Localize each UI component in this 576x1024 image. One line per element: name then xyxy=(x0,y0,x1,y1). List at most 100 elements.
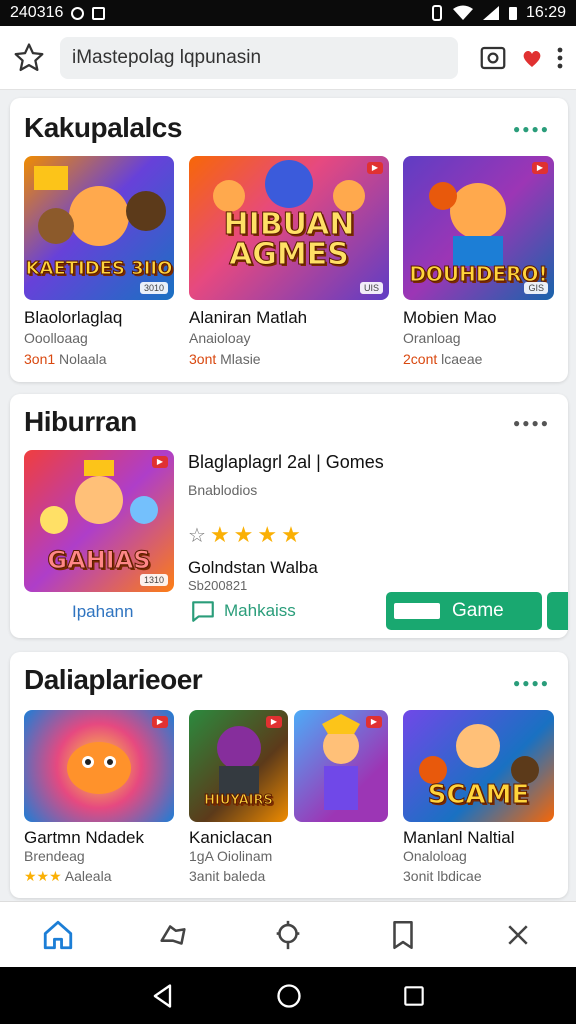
badge-icon: ▶ xyxy=(532,162,548,174)
game-button-label: Game xyxy=(452,600,504,621)
badge-icon: ▶ xyxy=(367,162,383,174)
book-icon xyxy=(393,920,413,949)
star-icon: ★ xyxy=(281,522,301,547)
app-meta-text: lcaeae xyxy=(441,351,483,367)
app-subtitle: Ooolloaag xyxy=(24,330,88,346)
app-thumbnail[interactable]: ▶ DOUHDERO! GIS xyxy=(403,156,554,300)
nav-apps[interactable] xyxy=(258,905,318,965)
chat-icon xyxy=(192,601,214,622)
search-input[interactable]: iMastepolag lqpunasin xyxy=(60,36,458,79)
app-tag: GIS xyxy=(524,282,548,294)
home-button-icon[interactable] xyxy=(275,982,303,1010)
app-name[interactable]: Gartmn Ndadek xyxy=(24,828,144,848)
star-icon: ★ xyxy=(209,522,230,547)
app-thumbnail[interactable]: ▶ HIUYAIRS xyxy=(189,710,288,822)
badge-icon: ▶ xyxy=(266,716,282,728)
games-icon xyxy=(160,924,186,945)
app-meta: 3anit baleda xyxy=(189,868,266,884)
section-card-3: Daliaplarieoer ●●●● ▶ Gartmn Ndadek Bren… xyxy=(10,652,568,898)
bottom-navigation xyxy=(0,901,576,967)
status-bar: 240316 16:29 xyxy=(0,0,576,26)
star-icon: ★ xyxy=(233,522,254,547)
back-icon[interactable] xyxy=(149,982,177,1010)
more-vert-icon[interactable] xyxy=(556,46,564,70)
featured-date: Sb200821 xyxy=(188,578,248,593)
game-art-title: DOUHDERO! xyxy=(409,262,548,286)
app-meta: ★★★ Aaleala xyxy=(24,868,111,885)
close-icon xyxy=(508,924,528,945)
featured-developer: Golndstan Walba xyxy=(188,558,318,577)
search-value: iMastepolag lqpunasin xyxy=(72,46,262,68)
game-art-title: HIUYAIRS xyxy=(204,793,274,808)
badge-icon: ▶ xyxy=(152,716,168,728)
app-subtitle: Oranloag xyxy=(403,330,461,346)
app-meta-text: Mlasie xyxy=(220,351,261,367)
game-art xyxy=(67,742,131,794)
app-thumbnail[interactable]: KAETIDES 3IIO 3010 xyxy=(24,156,174,300)
system-navigation-bar xyxy=(0,967,576,1024)
app-tag: 3010 xyxy=(139,282,168,294)
notification-icon xyxy=(71,6,85,20)
vibrate-icon xyxy=(431,5,442,21)
signal-icon xyxy=(482,6,499,20)
app-name[interactable]: Blaolorlaglaq xyxy=(24,308,122,328)
status-left-text: 240316 xyxy=(10,4,64,21)
more-icon[interactable]: ●●●● xyxy=(513,676,550,690)
nav-home[interactable] xyxy=(28,905,88,965)
apps-icon xyxy=(276,920,300,949)
game-art-title: GAHIAS xyxy=(47,546,151,574)
nav-games[interactable] xyxy=(143,905,203,965)
more-icon[interactable]: ●●●● xyxy=(513,416,550,430)
chat-label: Mahkaiss xyxy=(224,601,296,620)
app-meta: 2cont lcaeae xyxy=(403,351,482,367)
section-card-1: Kakupalalcs ●●●● KAETIDES 3IIO 3010 Blao… xyxy=(10,98,568,382)
rate-icon[interactable]: ☆ xyxy=(188,523,206,548)
app-meta: 3ont Mlasie xyxy=(189,351,261,367)
clock: 16:29 xyxy=(525,4,566,21)
featured-link[interactable]: Ipahann xyxy=(72,602,133,622)
app-meta: 3on1 Nolaala xyxy=(24,351,107,367)
featured-subtitle: Bnablodios xyxy=(188,482,258,498)
app-meta-highlight: 3on1 xyxy=(24,351,56,367)
battery-icon xyxy=(508,7,517,20)
featured-thumbnail[interactable]: ▶ GAHIAS 1310 xyxy=(24,450,174,592)
app-name[interactable]: Mobien Mao xyxy=(403,308,497,328)
featured-title[interactable]: Blaglaplagrl 2al | Gomes xyxy=(188,452,384,473)
notification-heart-icon[interactable] xyxy=(520,46,544,70)
app-thumbnail[interactable]: ▶ xyxy=(294,710,388,822)
app-thumbnail[interactable]: SCAME xyxy=(403,710,554,822)
nav-books[interactable] xyxy=(373,905,433,965)
app-meta-highlight: 2cont xyxy=(403,351,438,367)
section-title: Kakupalalcs xyxy=(24,112,182,143)
more-icon[interactable]: ●●●● xyxy=(513,122,550,136)
game-button[interactable]: Game xyxy=(386,592,542,630)
image-notification-icon xyxy=(92,6,106,20)
rating-stars: ★★★ xyxy=(24,868,62,884)
app-name[interactable]: Kaniclacan xyxy=(189,828,272,848)
game-art-title: KAETIDES 3IIO xyxy=(25,258,173,279)
section-card-2: Hiburran ●●●● ▶ GAHIAS 1310 Blaglaplagrl… xyxy=(10,394,568,638)
app-subtitle: Brendeag xyxy=(24,848,85,864)
app-meta-text: Nolaala xyxy=(59,351,107,367)
camera-icon[interactable] xyxy=(478,43,508,73)
chat-action[interactable]: Mahkaiss xyxy=(190,598,296,624)
app-subtitle: Onaloloag xyxy=(403,848,467,864)
app-tag: 1310 xyxy=(139,574,168,586)
secondary-button[interactable] xyxy=(547,592,568,630)
top-app-bar: iMastepolag lqpunasin xyxy=(0,26,576,90)
app-thumbnail[interactable]: ▶ xyxy=(24,710,174,822)
game-art-title: HIBUAN AGMES xyxy=(223,207,355,272)
app-name[interactable]: Manlanl Naltial xyxy=(403,828,515,848)
nav-close[interactable] xyxy=(488,905,548,965)
app-meta-text: Aaleala xyxy=(64,868,112,884)
app-meta: 3onit lbdicae xyxy=(403,868,482,884)
recents-icon[interactable] xyxy=(401,983,427,1009)
star-icon: ★ xyxy=(257,522,278,547)
app-name[interactable]: Alaniran Matlah xyxy=(189,308,307,328)
game-art-title: SCAME xyxy=(427,780,530,810)
star-icon[interactable] xyxy=(12,41,46,75)
app-subtitle: 1gA Oiolinam xyxy=(189,848,273,864)
app-thumbnail[interactable]: ▶ HIBUAN AGMES UIS xyxy=(189,156,389,300)
section-title: Hiburran xyxy=(24,406,137,437)
app-subtitle: Anaioloay xyxy=(189,330,251,346)
